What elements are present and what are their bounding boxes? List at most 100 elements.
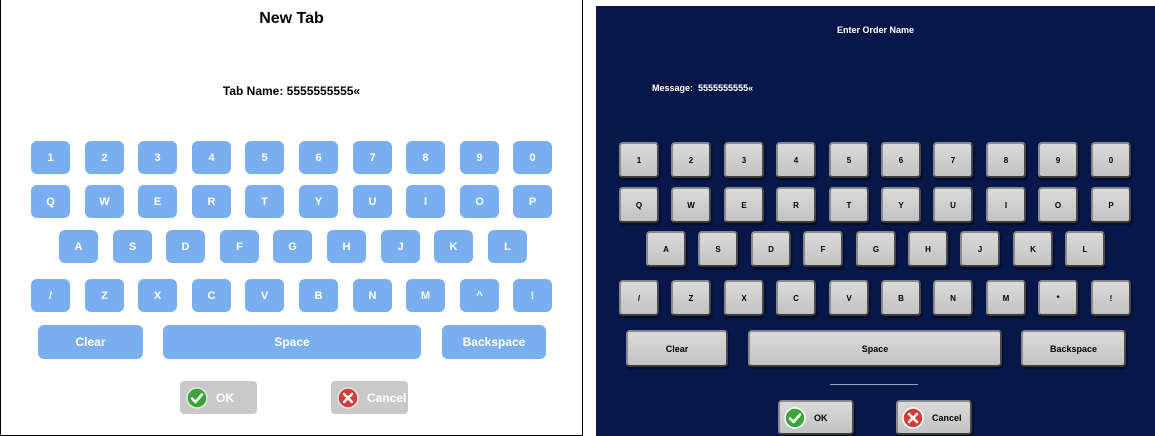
key-g[interactable]: G: [856, 231, 896, 267]
cancel-button[interactable]: Cancel: [331, 381, 408, 414]
key-m[interactable]: M: [986, 280, 1026, 316]
key-q[interactable]: Q: [619, 187, 659, 223]
ok-label: OK: [814, 412, 828, 423]
key-r[interactable]: R: [192, 185, 231, 218]
key-3[interactable]: 3: [138, 141, 177, 174]
key-6[interactable]: 6: [881, 142, 921, 178]
key-v[interactable]: V: [245, 279, 284, 312]
key-r[interactable]: R: [776, 187, 816, 223]
backspace-button[interactable]: Backspace: [1021, 330, 1126, 367]
key-s[interactable]: S: [113, 230, 152, 263]
key-8[interactable]: 8: [986, 142, 1026, 178]
key-u[interactable]: U: [353, 185, 392, 218]
key-8[interactable]: 8: [406, 141, 445, 174]
key-v[interactable]: V: [829, 280, 869, 316]
checkmark-icon: [784, 406, 806, 429]
key-9[interactable]: 9: [1038, 142, 1078, 178]
key-o[interactable]: O: [1038, 187, 1078, 223]
key-t[interactable]: T: [829, 187, 869, 223]
key-slash[interactable]: /: [619, 280, 659, 316]
x-circle-icon: [902, 406, 924, 429]
space-button[interactable]: Space: [748, 330, 1002, 367]
key-l[interactable]: L: [1065, 231, 1105, 267]
key-caret[interactable]: ^: [460, 279, 499, 312]
key-s[interactable]: S: [698, 231, 738, 267]
key-7[interactable]: 7: [933, 142, 973, 178]
key-4[interactable]: 4: [192, 141, 231, 174]
key-e[interactable]: E: [138, 185, 177, 218]
cancel-label: Cancel: [367, 390, 407, 405]
enter-order-name-dialog: Enter Order Name Message: 5555555555« 12…: [596, 6, 1155, 436]
key-4[interactable]: 4: [776, 142, 816, 178]
key-p[interactable]: P: [1091, 187, 1131, 223]
clear-button[interactable]: Clear: [38, 325, 143, 359]
cancel-label: Cancel: [932, 412, 962, 423]
key-k[interactable]: K: [1013, 231, 1053, 267]
key-p[interactable]: P: [513, 185, 552, 218]
key-1[interactable]: 1: [31, 141, 70, 174]
key-b[interactable]: B: [299, 279, 338, 312]
key-a[interactable]: A: [646, 231, 686, 267]
key-j[interactable]: J: [381, 230, 420, 263]
dialog-title: Enter Order Name: [836, 25, 915, 35]
key-slash[interactable]: /: [31, 279, 70, 312]
key-x[interactable]: X: [724, 280, 764, 316]
key-n[interactable]: N: [353, 279, 392, 312]
key-a[interactable]: A: [59, 230, 98, 263]
key-3[interactable]: 3: [724, 142, 764, 178]
key-y[interactable]: Y: [881, 187, 921, 223]
key-g[interactable]: G: [273, 230, 312, 263]
key-6[interactable]: 6: [299, 141, 338, 174]
key-exclamation[interactable]: !: [513, 279, 552, 312]
key-d[interactable]: D: [751, 231, 791, 267]
key-b[interactable]: B: [881, 280, 921, 316]
key-t[interactable]: T: [245, 185, 284, 218]
clear-button[interactable]: Clear: [626, 330, 728, 367]
key-0[interactable]: 0: [1091, 142, 1131, 178]
key-7[interactable]: 7: [353, 141, 392, 174]
key-i[interactable]: I: [986, 187, 1026, 223]
tab-name-field: Tab Name: 5555555555«: [222, 84, 361, 98]
key-f[interactable]: F: [220, 230, 259, 263]
key-z[interactable]: Z: [671, 280, 711, 316]
space-button[interactable]: Space: [163, 325, 421, 359]
key-2[interactable]: 2: [671, 142, 711, 178]
key-1[interactable]: 1: [619, 142, 659, 178]
key-q[interactable]: Q: [31, 185, 70, 218]
key-h[interactable]: H: [908, 231, 948, 267]
key-y[interactable]: Y: [299, 185, 338, 218]
key-5[interactable]: 5: [829, 142, 869, 178]
key-asterisk[interactable]: *: [1038, 280, 1078, 316]
ok-button[interactable]: OK: [778, 400, 854, 435]
key-z[interactable]: Z: [85, 279, 124, 312]
divider: [830, 384, 918, 385]
key-u[interactable]: U: [933, 187, 973, 223]
key-w[interactable]: W: [85, 185, 124, 218]
key-i[interactable]: I: [406, 185, 445, 218]
key-exclamation[interactable]: !: [1091, 280, 1131, 316]
key-c[interactable]: C: [776, 280, 816, 316]
key-x[interactable]: X: [138, 279, 177, 312]
key-h[interactable]: H: [327, 230, 366, 263]
key-o[interactable]: O: [460, 185, 499, 218]
key-d[interactable]: D: [166, 230, 205, 263]
key-m[interactable]: M: [406, 279, 445, 312]
backspace-button[interactable]: Backspace: [442, 325, 546, 359]
key-2[interactable]: 2: [85, 141, 124, 174]
key-c[interactable]: C: [192, 279, 231, 312]
ok-button[interactable]: OK: [180, 381, 257, 414]
cancel-button[interactable]: Cancel: [896, 400, 972, 435]
key-e[interactable]: E: [724, 187, 764, 223]
key-0[interactable]: 0: [513, 141, 552, 174]
key-f[interactable]: F: [803, 231, 843, 267]
key-w[interactable]: W: [671, 187, 711, 223]
new-tab-dialog: New Tab Tab Name: 5555555555« 1234567890…: [0, 0, 583, 436]
key-j[interactable]: J: [960, 231, 1000, 267]
key-l[interactable]: L: [488, 230, 527, 263]
x-circle-icon: [337, 386, 359, 409]
message-field: Message: 5555555555«: [652, 83, 754, 93]
key-n[interactable]: N: [933, 280, 973, 316]
key-5[interactable]: 5: [245, 141, 284, 174]
key-k[interactable]: K: [434, 230, 473, 263]
key-9[interactable]: 9: [460, 141, 499, 174]
